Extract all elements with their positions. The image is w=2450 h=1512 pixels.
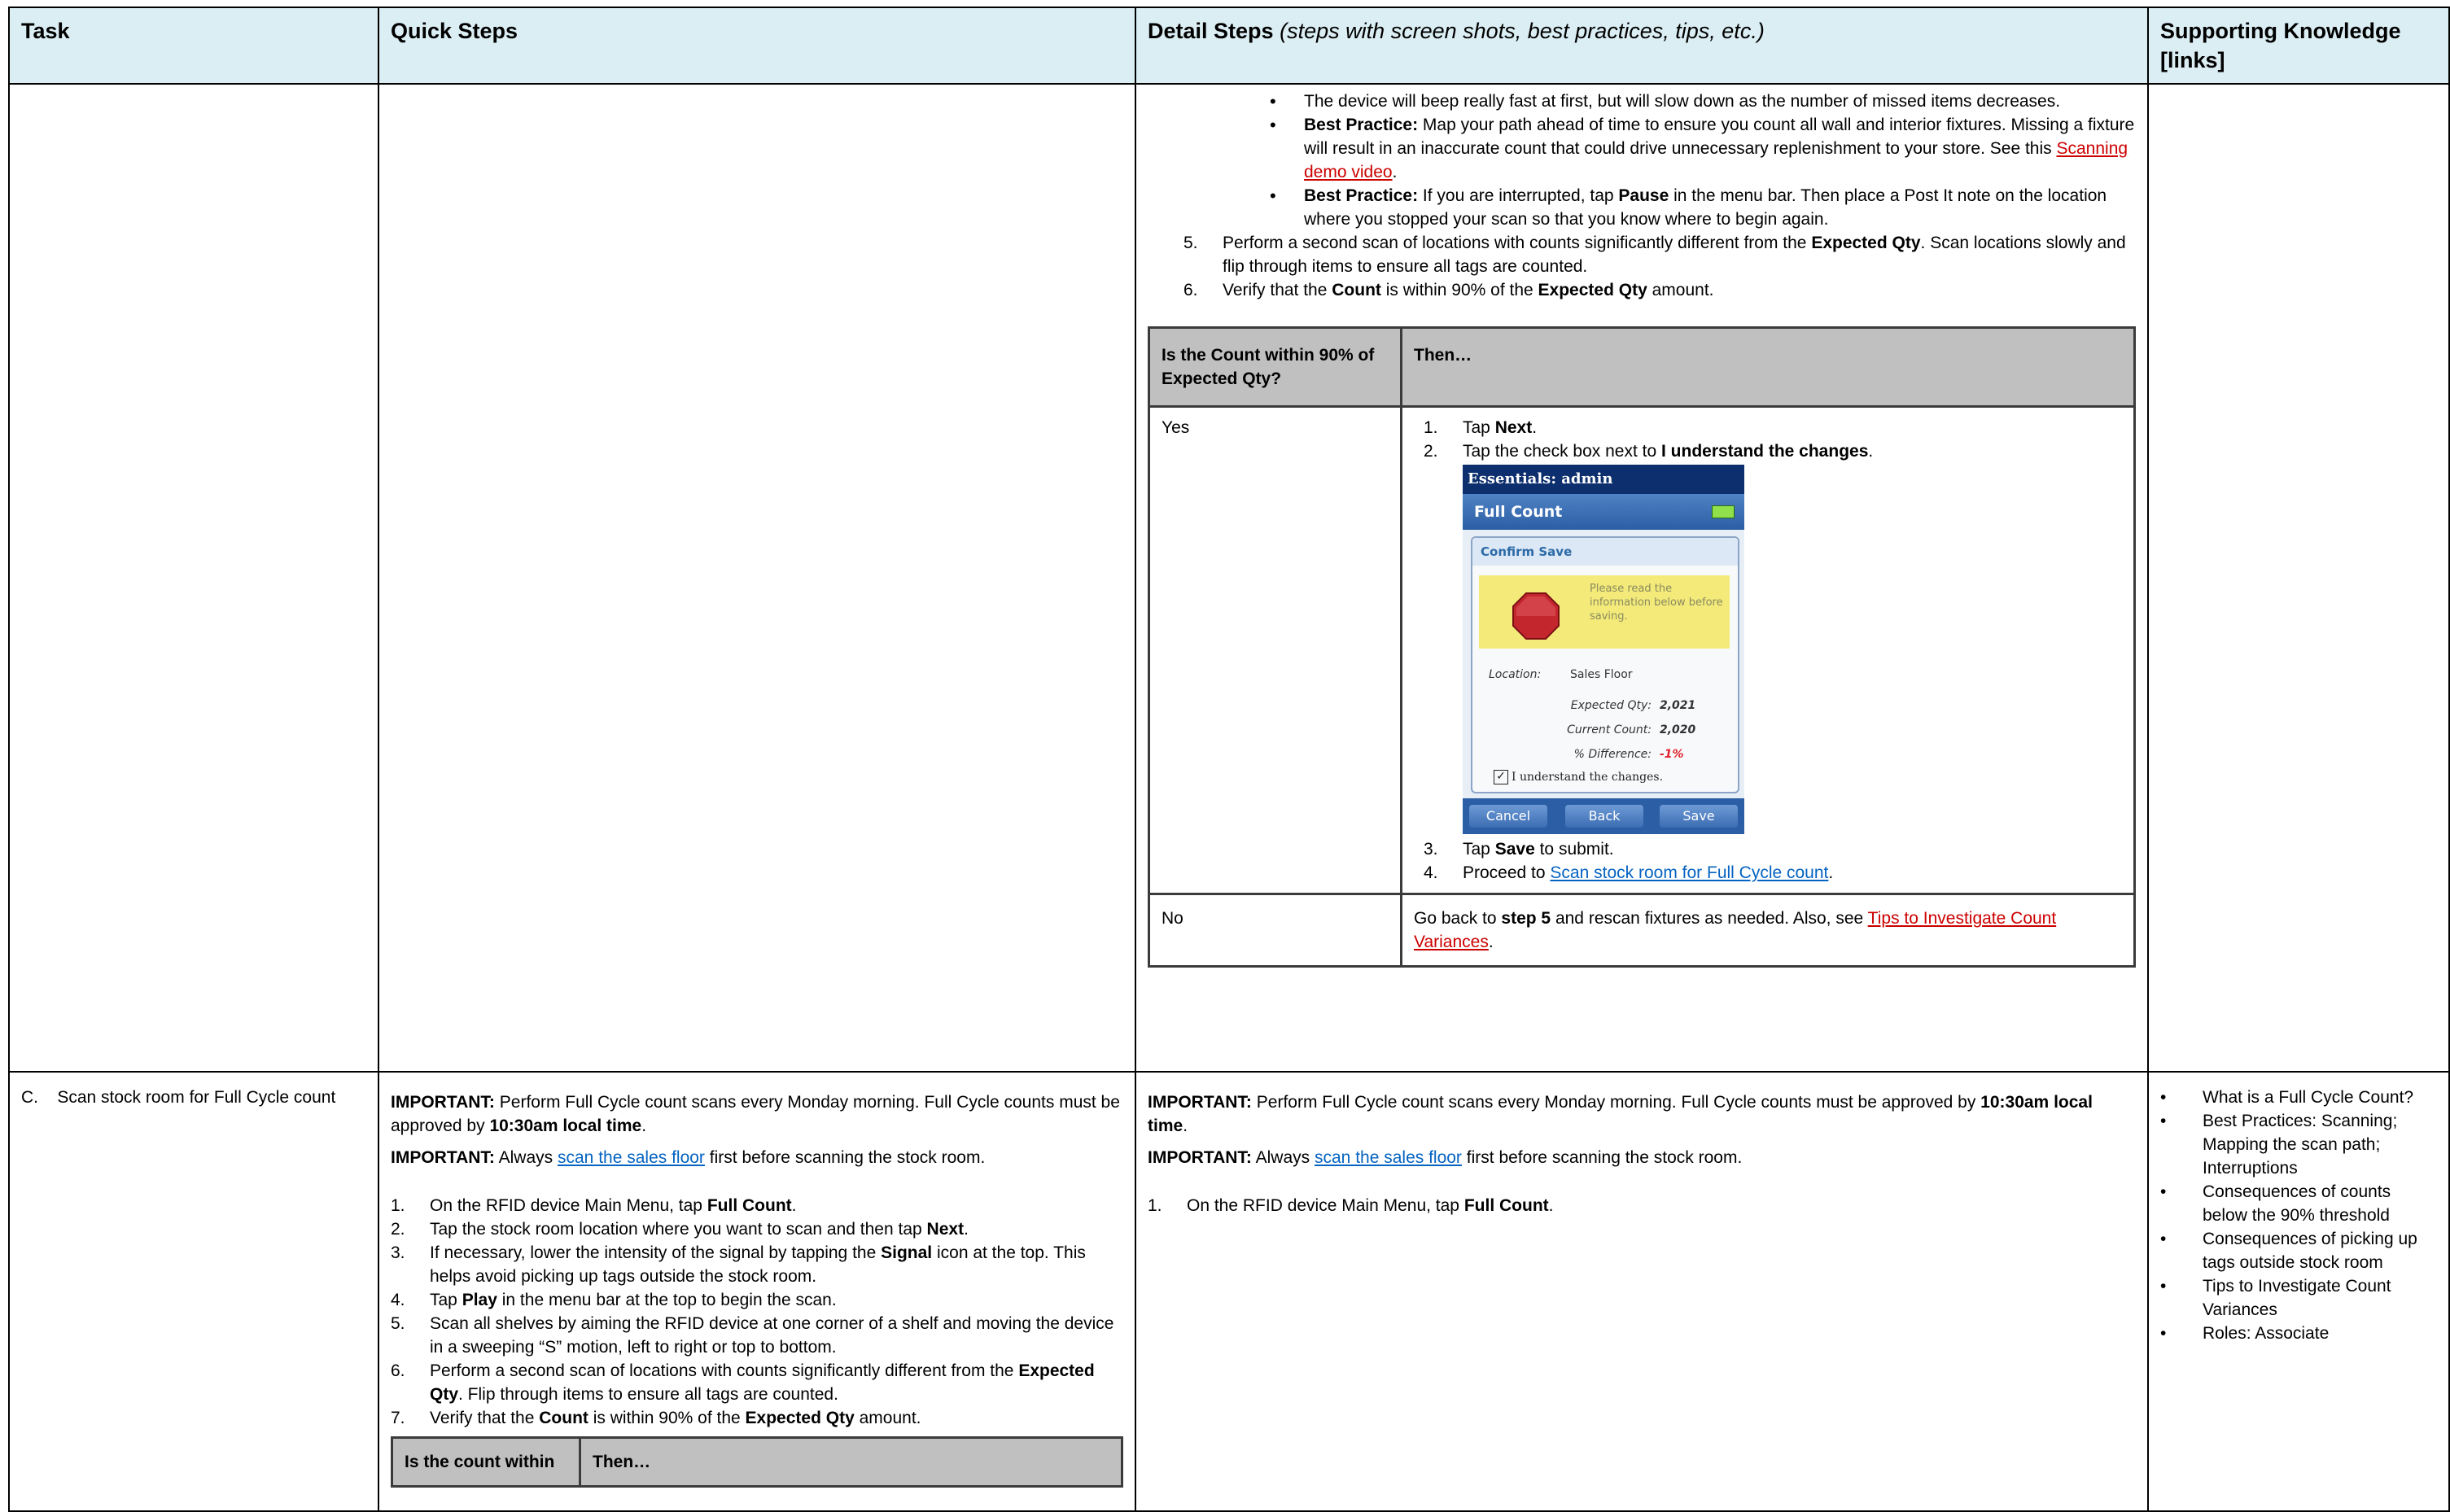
scan-stock-room-link[interactable]: Scan stock room for Full Cycle count <box>1550 863 1828 882</box>
supporting-item: What is a Full Cycle Count? <box>2152 1086 2437 1109</box>
task-label: C. Scan stock room for Full Cycle count <box>21 1088 336 1107</box>
decision-row-no: No Go back to step 5 and rescan fixtures… <box>1148 893 2136 968</box>
table-row: The device will beep really fast at firs… <box>8 83 2450 1073</box>
procedure-table: Task Quick Steps Detail Steps (steps wit… <box>8 7 2450 1512</box>
warning-banner: Please read the information below before… <box>1479 575 1730 649</box>
important-note: IMPORTANT: Always scan the sales floor f… <box>1148 1148 1743 1167</box>
quick-steps-cell-empty <box>378 83 1136 1073</box>
supporting-knowledge-cell: What is a Full Cycle Count? Best Practic… <box>2147 1071 2450 1512</box>
step-item: 1. On the RFID device Main Menu, tap Full… <box>391 1196 797 1215</box>
decision-table: Is the Count within 90% of Expected Qty?… <box>1148 326 2136 968</box>
step-item: 6. Verify that the Count is within 90% of… <box>1183 281 1714 299</box>
detail-steps-cell: The device will beep really fast at firs… <box>1135 83 2149 1073</box>
decision-no-label: No <box>1148 893 1402 968</box>
checkbox-checked-icon: ✓ <box>1494 770 1508 784</box>
supporting-item: Consequences of counts below the 90% thr… <box>2152 1180 2437 1227</box>
back-button[interactable]: Back <box>1565 805 1643 828</box>
bullet-item: Best Practice: Map your path ahead of ti… <box>1263 113 2136 184</box>
bullet-item: The device will beep really fast at firs… <box>1263 90 2136 113</box>
task-cell-empty <box>8 83 379 1073</box>
expected-qty-value: 2,021 <box>1660 699 1696 712</box>
supporting-item: Best Practices: Scanning; Mapping the sc… <box>2152 1109 2437 1180</box>
stop-sign-icon <box>1512 592 1560 640</box>
step-item: 3. If necessary, lower the intensity of t… <box>391 1243 1086 1286</box>
header-quick-steps: Quick Steps <box>378 7 1136 85</box>
step-item: 4. Proceed to Scan stock room for Full Cy… <box>1424 863 1834 882</box>
device-status-bar: Essentials: admin <box>1463 465 1744 494</box>
important-note: IMPORTANT: Perform Full Cycle count scan… <box>391 1093 1120 1135</box>
task-cell: C. Scan stock room for Full Cycle count <box>8 1071 379 1512</box>
current-count-value: 2,020 <box>1660 723 1696 736</box>
step-item: 1. On the RFID device Main Menu, tap Full… <box>1148 1196 1554 1215</box>
device-screenshot: Essentials: admin Full Count Confirm Sav… <box>1463 465 1744 834</box>
important-note: IMPORTANT: Always scan the sales floor f… <box>391 1148 986 1167</box>
supporting-item: Roles: Associate <box>2152 1322 2437 1345</box>
warning-text: Please read the information below before… <box>1590 583 1723 623</box>
supporting-item: Consequences of picking up tags outside … <box>2152 1227 2437 1274</box>
supporting-links-list: What is a Full Cycle Count? Best Practic… <box>2152 1086 2437 1345</box>
dialog-title: Confirm Save <box>1472 538 1738 566</box>
decision-row-yes: Yes 1. Tap Next. 2. Tap the check box next… <box>1148 405 2136 895</box>
decision-yes-label: Yes <box>1148 405 1402 895</box>
device-title-bar: Full Count <box>1463 494 1744 530</box>
step-item: 5. Scan all shelves by aiming the RFID de… <box>391 1314 1114 1357</box>
scan-sales-floor-link[interactable]: scan the sales floor <box>1315 1148 1462 1167</box>
detail-steps-cell: IMPORTANT: Perform Full Cycle count scan… <box>1135 1071 2149 1512</box>
step-item: 3. Tap Save to submit. <box>1424 840 1614 859</box>
supporting-cell-empty <box>2147 83 2450 1073</box>
table-row: C. Scan stock room for Full Cycle count … <box>8 1071 2450 1512</box>
step-item: 1. Tap Next. <box>1424 418 1538 437</box>
step-item: 5. Perform a second scan of locations wit… <box>1183 234 2126 276</box>
battery-icon <box>1712 505 1735 518</box>
step-item: 2. Tap the stock room location where you … <box>391 1220 969 1239</box>
important-note: IMPORTANT: Perform Full Cycle count scan… <box>1148 1093 2093 1135</box>
step-item: 4. Tap Play in the menu bar at the top to… <box>391 1291 837 1309</box>
header-detail-steps: Detail Steps (steps with screen shots, b… <box>1135 7 2149 85</box>
cancel-button[interactable]: Cancel <box>1469 805 1547 828</box>
quick-decision-header-question: Is the count within <box>391 1436 581 1488</box>
document-page: Task Quick Steps Detail Steps (steps wit… <box>0 0 2450 1512</box>
bullet-item: Best Practice: If you are interrupted, t… <box>1263 184 2136 231</box>
decision-no-text: Go back to step 5 and rescan fixtures as… <box>1400 893 2136 968</box>
quick-decision-header-then: Then… <box>579 1436 1123 1488</box>
header-supporting-knowledge: Supporting Knowledge [links] <box>2147 7 2450 85</box>
quick-decision-table: Is the count within Then… <box>391 1436 1123 1488</box>
decision-yes-steps: 1. Tap Next. 2. Tap the check box next to … <box>1400 405 2136 895</box>
table-header-row: Task Quick Steps Detail Steps (steps wit… <box>8 7 2450 85</box>
decision-header-then: Then… <box>1400 326 2136 408</box>
decision-header-question: Is the Count within 90% of Expected Qty? <box>1148 326 1402 408</box>
header-task: Task <box>8 7 379 85</box>
step-item: 2. Tap the check box next to I understand… <box>1424 439 2122 834</box>
confirm-save-dialog: Confirm Save Please read the information… <box>1471 536 1739 793</box>
difference-value: -1% <box>1660 748 1684 761</box>
understand-checkbox[interactable]: ✓ I understand the changes. <box>1494 766 1663 789</box>
quick-steps-cell: IMPORTANT: Perform Full Cycle count scan… <box>378 1071 1136 1512</box>
supporting-item: Tips to Investigate Count Variances <box>2152 1274 2437 1322</box>
header-detail-note: (steps with screen shots, best practices… <box>1280 19 1765 43</box>
save-button[interactable]: Save <box>1660 805 1738 828</box>
step-item: 7. Verify that the Count is within 90% of… <box>391 1409 921 1427</box>
location-value: Sales Floor <box>1570 668 1633 681</box>
device-button-bar: Cancel Back Save <box>1463 798 1744 834</box>
step-item: 6. Perform a second scan of locations wit… <box>391 1361 1095 1404</box>
scan-sales-floor-link[interactable]: scan the sales floor <box>558 1148 705 1167</box>
